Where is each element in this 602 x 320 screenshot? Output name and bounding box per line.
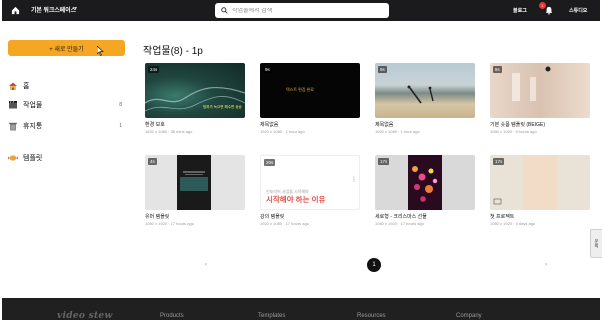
thumbnail-headline-text: 시작해야 하는 이유 [266,195,326,204]
beige-template-image [512,66,551,101]
duration-badge: 9s [263,66,272,73]
duration-badge: 20s [264,159,276,166]
project-card[interactable]: 17s 세로형 - 크리스마스 선물 1080 x 1920 · 17 hour… [375,155,475,226]
beach-surfers-image [407,85,434,104]
film-icon [9,100,17,109]
project-meta: 1080 x 1920 · 5 hours ago [490,129,537,134]
studio-link[interactable]: 스튜디오 [569,7,587,14]
project-card[interactable]: 빙하가 녹으면 해수면 상승 24s 환경 보호 1632 x 1080 · 3… [145,63,245,134]
duration-badge: 8s [493,66,502,73]
project-meta: 1920 x 1080 · 1 hour ago [260,129,305,134]
house-icon [9,82,17,90]
sidebar-item-label: 휴지통 [23,123,43,130]
footer-link-company[interactable]: Company [456,313,482,319]
project-title: 세로형 - 크리스마스 선물 [375,214,427,220]
project-meta: 1920 x 1080 · 17 hours ago [260,221,309,226]
project-meta: 1920 x 1080 · 1 hour ago [375,129,420,134]
project-thumbnail[interactable]: 17s [375,155,475,210]
project-title: 유머 템플릿 [145,214,170,220]
search-icon [221,7,228,14]
duration-badge: 4s [148,158,157,165]
chevron-down-icon[interactable]: ▾ [74,5,77,12]
page-title: 작업물(8) - 1p [143,46,203,57]
sidebar-item-templates[interactable]: 템플릿 [8,151,126,165]
project-card[interactable]: 4s 유머 템플릿 1080 x 1920 · 17 hours ago [145,155,245,226]
project-card[interactable]: 17s 첫 프로젝트 1080 x 1920 · 4 days ago [490,155,590,226]
project-card[interactable]: 8s 기본 숏폼 템플릿 (BEIGE) 1080 x 1920 · 5 hou… [490,63,590,134]
project-title: 기본 숏폼 템플릿 (BEIGE) [490,122,545,128]
trash-icon [9,122,17,131]
project-thumbnail[interactable]: 4s [145,155,245,210]
footer-link-products[interactable]: Products [160,313,184,319]
footer-link-resources[interactable]: Resources [357,313,386,319]
search-bar[interactable] [215,3,389,18]
project-title: 첫 프로젝트 [490,214,515,220]
project-meta: 1080 x 1920 · 17 hours ago [375,221,424,226]
pagination-current-page[interactable]: 1 [367,258,381,272]
footer-logo[interactable]: video stew [57,311,113,320]
project-title: 제목없음 [375,122,394,128]
candy-icon [8,155,18,161]
project-card[interactable]: 인포리어 사업을 시작해야 시작해야 하는 이유 ⋮ 20s 강의 템플릿 19… [260,155,360,226]
project-title: 환경 보호 [145,122,165,128]
sidebar-item-trash[interactable]: 휴지통 1 [8,119,126,133]
project-thumbnail[interactable]: 8s [490,63,590,118]
project-meta: 1080 x 1920 · 17 hours ago [145,221,194,226]
first-project-image [493,198,502,205]
sidebar-item-count: 1 [119,123,122,129]
duration-badge: 9s [378,66,387,73]
sidebar-item-projects[interactable]: 작업물 8 [8,98,126,112]
svg-text:빙하가 녹으면 해수면 상승: 빙하가 녹으면 해수면 상승 [203,104,243,109]
top-bar: 기본 워크스페이스 ▾ 블로그 1 스튜디오 [2,0,600,21]
christmas-lights-image [412,166,438,202]
sidebar-item-count: 8 [119,102,122,108]
duration-badge: 24s [148,66,160,73]
more-icon[interactable]: ⋮ [351,176,357,183]
search-input[interactable] [232,7,382,14]
footer-link-templates[interactable]: Templates [258,313,285,319]
pagination-prev-button[interactable]: ‹ [205,262,207,268]
blog-link[interactable]: 블로그 [513,7,527,14]
project-title: 강의 템플릿 [260,214,285,220]
project-card[interactable]: 텍스트 편집 완료 9s 제목없음 1920 x 1080 · 1 hour a… [260,63,360,134]
project-title: 제목없음 [260,122,279,128]
workspace-label[interactable]: 기본 워크스페이스 [31,5,76,14]
project-thumbnail[interactable]: 9s [375,63,475,118]
duration-badge: 17s [493,158,505,165]
mouse-cursor-icon [97,46,104,56]
duration-badge: 17s [378,158,390,165]
bell-icon[interactable] [545,6,553,15]
thumbnail-overlay-text: 텍스트 편집 완료 [286,87,314,92]
project-meta: 1080 x 1920 · 4 days ago [490,221,536,226]
project-thumbnail[interactable]: 빙하가 녹으면 해수면 상승 24s [145,63,245,118]
sidebar-item-label: 작업물 [23,102,43,109]
humor-template-image [180,171,208,191]
new-create-button[interactable]: + 새로 만들기 [8,40,125,56]
project-thumbnail[interactable]: 17s [490,155,590,210]
project-meta: 1632 x 1080 · 36 mins ago [145,129,193,134]
ocean-waves-image: 빙하가 녹으면 해수면 상승 [145,87,245,112]
inquiry-tab[interactable]: 문의 [590,229,602,258]
home-icon[interactable] [11,6,20,15]
sidebar-item-label: 홈 [23,83,30,90]
project-card[interactable]: 9s 제목없음 1920 x 1080 · 1 hour ago [375,63,475,134]
project-thumbnail[interactable]: 텍스트 편집 완료 9s [260,63,360,118]
pagination-next-button[interactable]: › [545,262,547,268]
project-thumbnail[interactable]: 인포리어 사업을 시작해야 시작해야 하는 이유 ⋮ 20s [260,155,360,210]
sidebar-item-label: 템플릿 [23,155,43,162]
sidebar-item-home[interactable]: 홈 [8,79,126,93]
